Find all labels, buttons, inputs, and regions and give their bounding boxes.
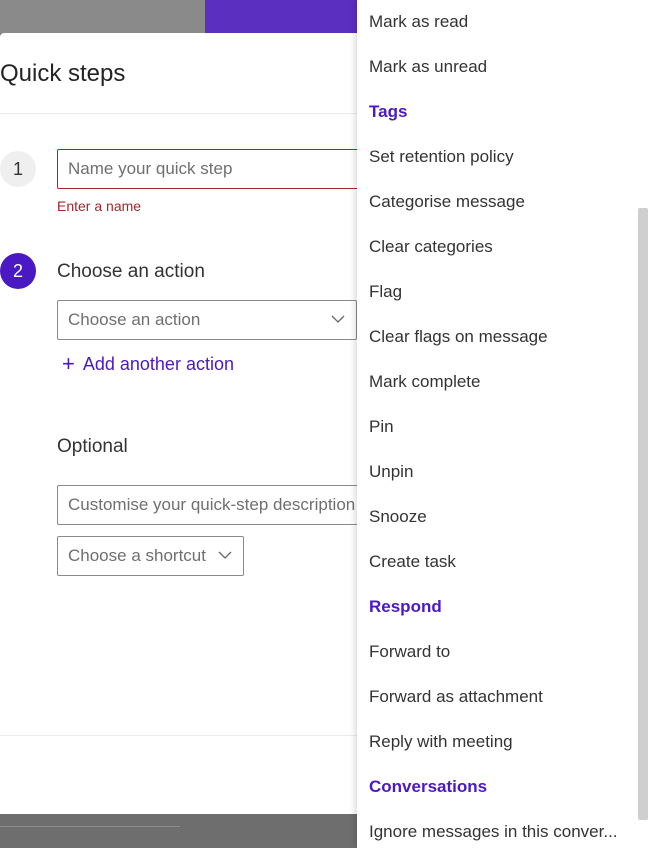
- background-header-bar: [205, 0, 365, 33]
- menu-header-conversations: Conversations: [369, 777, 488, 796]
- footer-divider: [0, 735, 360, 736]
- menu-scrollbar-thumb[interactable]: [638, 208, 648, 820]
- menu-item-clear-categories[interactable]: Clear categories: [369, 237, 493, 257]
- menu-header-tags: Tags: [369, 102, 408, 121]
- menu-item-unpin[interactable]: Unpin: [369, 462, 413, 482]
- add-action-label: Add another action: [82, 353, 234, 374]
- step-1-badge: 1: [0, 151, 36, 187]
- menu-item-mark-complete[interactable]: Mark complete: [369, 372, 480, 392]
- menu-item-clear-flags[interactable]: Clear flags on message: [369, 327, 548, 347]
- menu-item-flag[interactable]: Flag: [369, 282, 402, 302]
- quick-steps-dialog: Quick steps 1 Name your quick step Enter…: [0, 33, 367, 814]
- menu-item-ignore-messages[interactable]: Ignore messages in this conver...: [369, 822, 618, 842]
- action-dropdown-menu: Mark as read Mark as unread Tags Set ret…: [357, 0, 649, 848]
- chevron-down-icon: [218, 551, 232, 559]
- dialog-title: Quick steps: [0, 60, 126, 87]
- menu-item-mark-as-read[interactable]: Mark as read: [369, 12, 468, 32]
- menu-item-forward-as-attachment[interactable]: Forward as attachment: [369, 687, 543, 707]
- step-2-badge: 2: [0, 253, 36, 289]
- menu-item-forward-to[interactable]: Forward to: [369, 642, 450, 662]
- name-error-message: Enter a name: [57, 198, 142, 214]
- background-panel: [0, 0, 205, 33]
- menu-item-create-task[interactable]: Create task: [369, 552, 456, 572]
- add-another-action-button[interactable]: + Add another action: [62, 353, 234, 375]
- optional-heading: Optional: [57, 436, 128, 457]
- background-divider: [0, 826, 180, 827]
- menu-item-snooze[interactable]: Snooze: [369, 507, 427, 527]
- menu-item-set-retention-policy[interactable]: Set retention policy: [369, 147, 514, 167]
- choose-shortcut-dropdown[interactable]: Choose a shortcut: [57, 536, 244, 576]
- quick-step-description-input[interactable]: Customise your quick-step description: [57, 485, 367, 525]
- quick-step-name-input[interactable]: Name your quick step: [57, 149, 367, 189]
- chevron-down-icon: [331, 315, 345, 323]
- shortcut-value: Choose a shortcut: [68, 546, 206, 565]
- plus-icon: +: [62, 351, 75, 376]
- menu-header-respond: Respond: [369, 597, 442, 616]
- menu-item-categorise-message[interactable]: Categorise message: [369, 192, 525, 212]
- menu-scrollbar-track[interactable]: [637, 0, 649, 848]
- menu-item-reply-with-meeting[interactable]: Reply with meeting: [369, 732, 513, 752]
- choose-action-heading: Choose an action: [57, 261, 205, 282]
- choose-action-value: Choose an action: [68, 310, 201, 329]
- menu-item-pin[interactable]: Pin: [369, 417, 394, 437]
- menu-item-mark-as-unread[interactable]: Mark as unread: [369, 57, 487, 77]
- title-divider: [0, 113, 360, 114]
- choose-action-dropdown[interactable]: Choose an action: [57, 300, 357, 340]
